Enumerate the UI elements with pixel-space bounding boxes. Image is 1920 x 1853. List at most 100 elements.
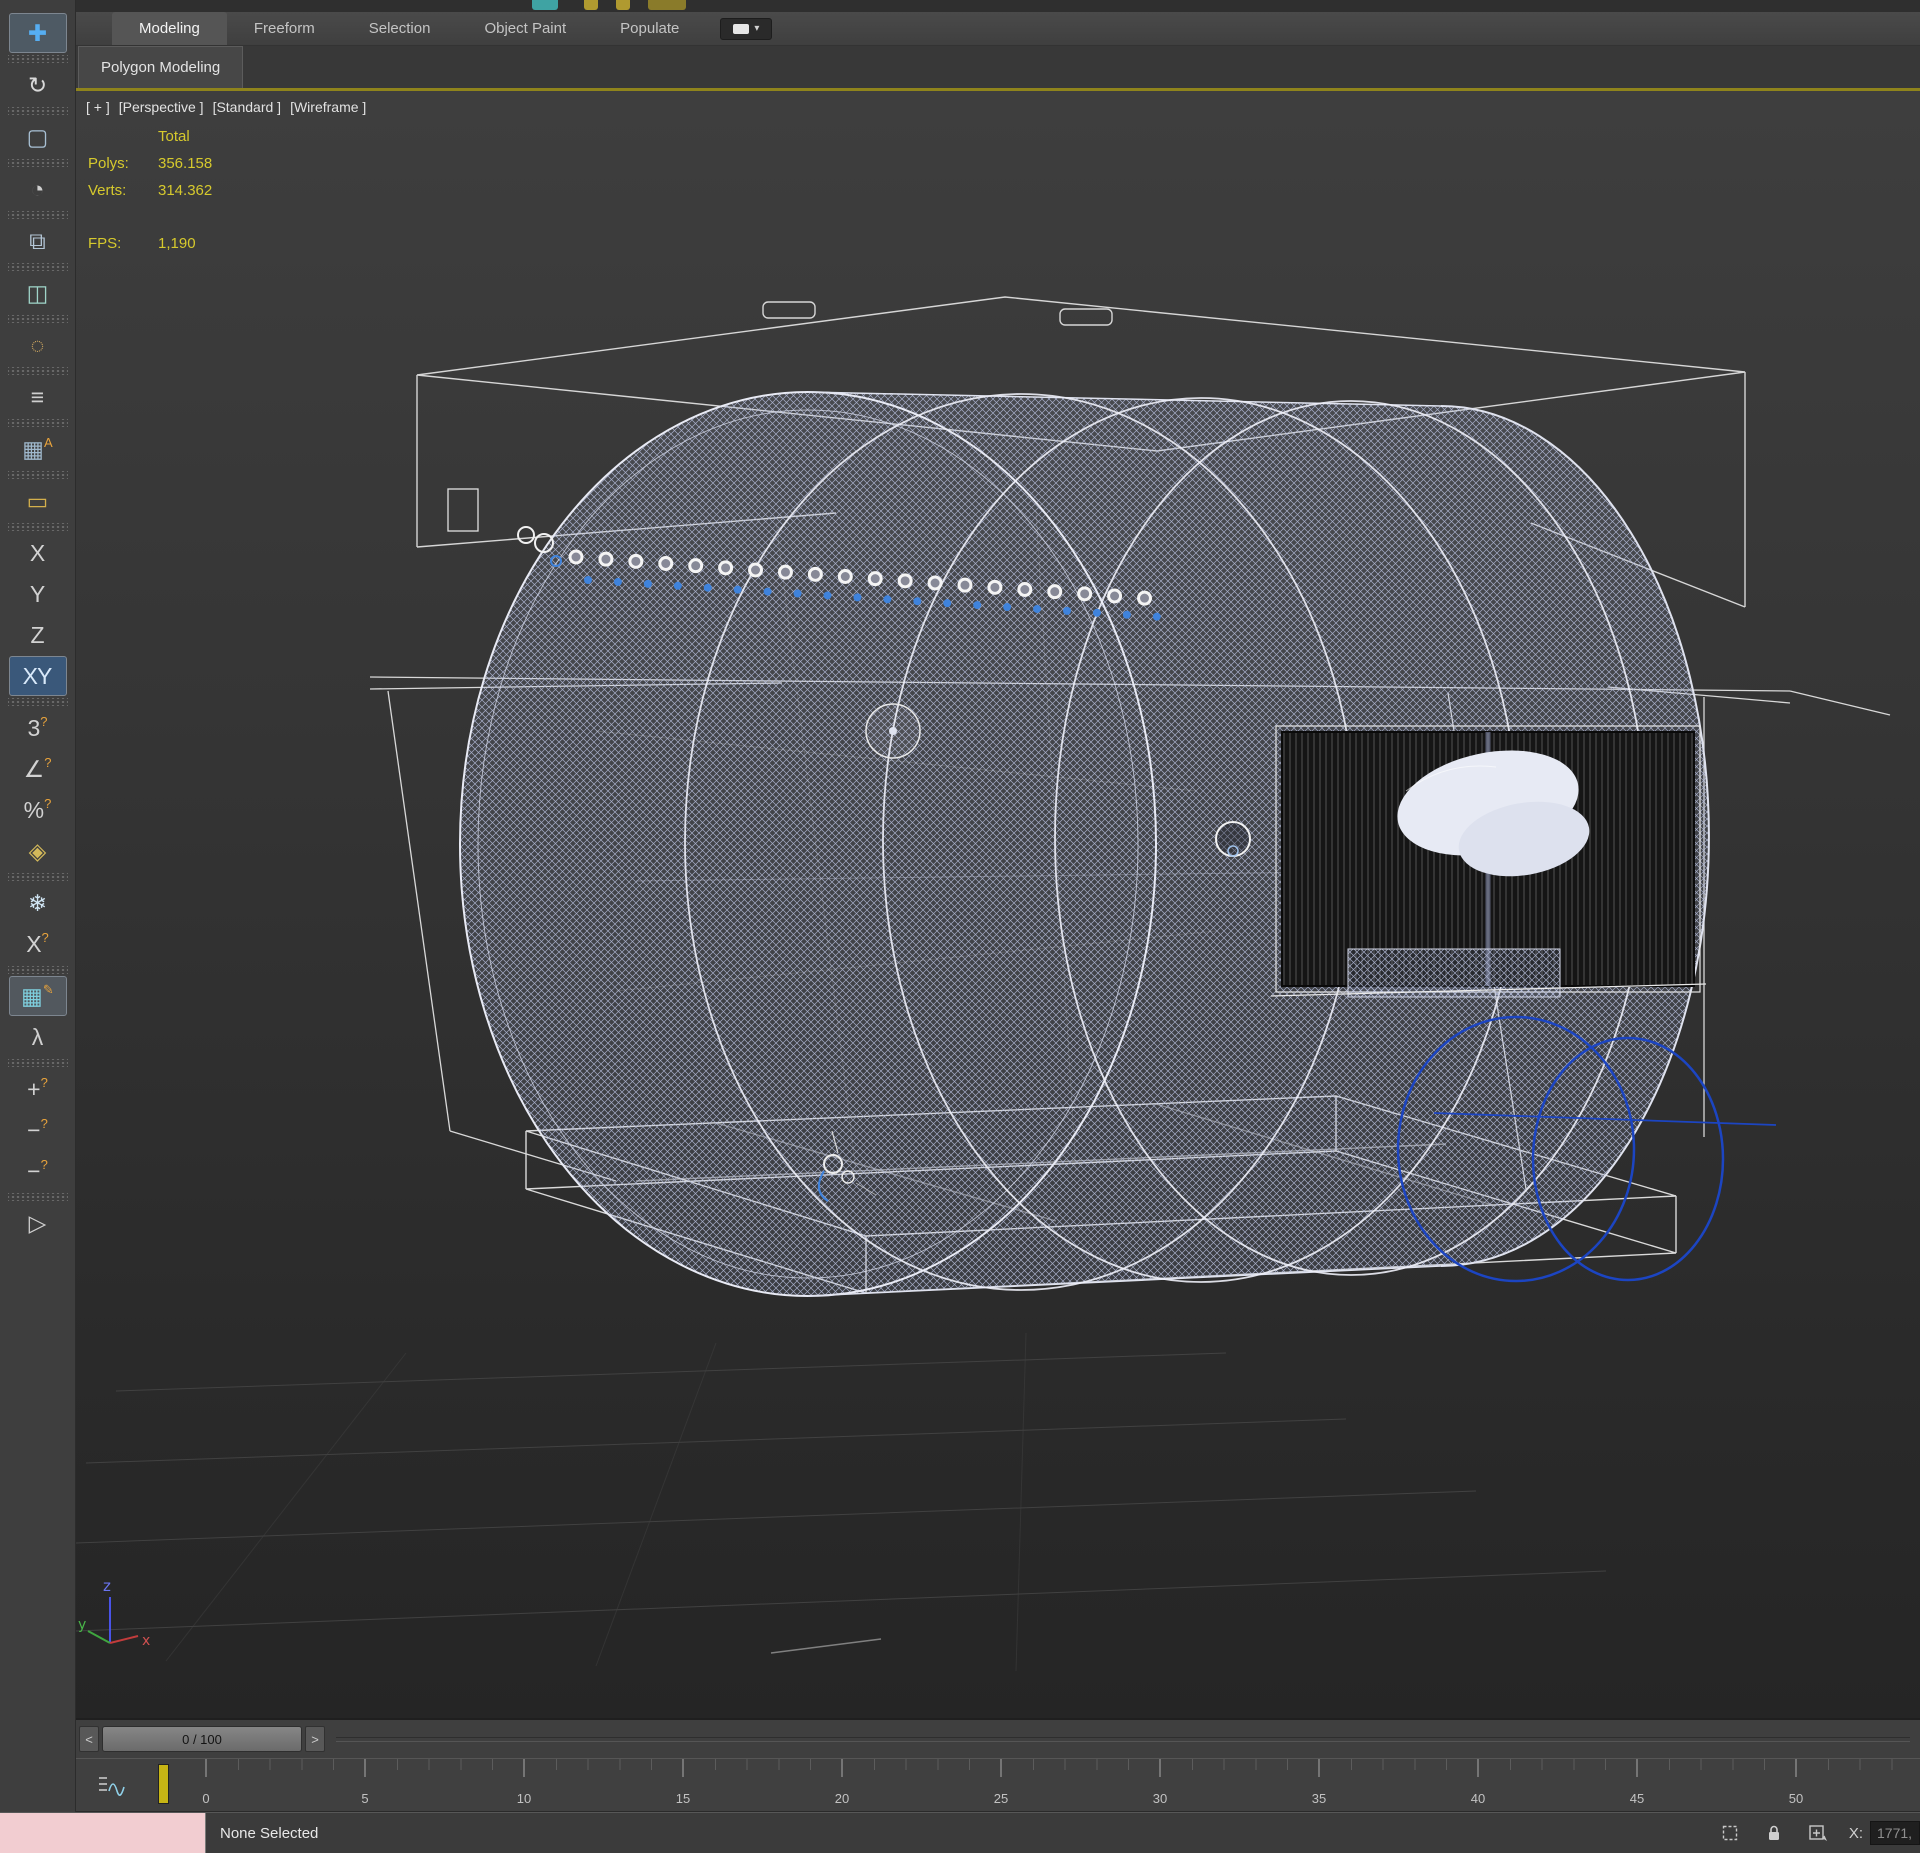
ribbon-overflow-button[interactable]: ▾ bbox=[720, 17, 773, 40]
ground-grid bbox=[76, 1332, 1607, 1672]
tool-kinematic-chain[interactable]: λ bbox=[9, 1017, 67, 1057]
trackbar-tick-label: 30 bbox=[1153, 1791, 1167, 1806]
tool-icon: % bbox=[23, 796, 44, 823]
tab-selection[interactable]: Selection bbox=[342, 12, 458, 45]
tool-x-snap[interactable]: X? bbox=[9, 924, 67, 964]
x-coordinate-label: X: bbox=[1848, 1824, 1863, 1842]
tool-button[interactable] bbox=[7, 211, 68, 219]
ribbon-tab-label: Freeform bbox=[253, 20, 315, 37]
next-frame-button[interactable]: > bbox=[305, 1726, 325, 1752]
tool-remove-point[interactable]: −? bbox=[9, 1110, 67, 1150]
tool-mirror[interactable]: ◫ bbox=[9, 273, 67, 313]
tool-numeric-snap-3[interactable]: 3? bbox=[9, 708, 67, 748]
tool-button[interactable] bbox=[7, 1059, 68, 1067]
maxscript-mini-listener[interactable] bbox=[0, 1813, 206, 1853]
tool-icon: ∠ bbox=[23, 755, 45, 782]
ribbon-tabs: Modeling Freeform Selection Object Paint bbox=[112, 12, 706, 45]
tool-clone[interactable]: ⧉ bbox=[9, 221, 67, 261]
clipped-toolbar-icon bbox=[616, 0, 630, 10]
transform-typein-icon[interactable] bbox=[1805, 1820, 1831, 1846]
trackbar-ruler[interactable]: 0 5 10 15 20 25 30 35 40 45 50 bbox=[156, 1759, 1920, 1811]
tool-angle-snap[interactable]: ∠? bbox=[9, 749, 67, 789]
tool-button[interactable] bbox=[7, 367, 68, 375]
perspective-viewport[interactable]: z y x [ + ] [Perspective ] [Standard ] [… bbox=[76, 91, 1920, 1718]
tool-swap[interactable]: ◈ bbox=[9, 831, 67, 871]
axis-x-label: x bbox=[142, 1633, 150, 1649]
time-slider-handle[interactable]: 0 / 100 bbox=[102, 1726, 302, 1752]
tool-constraint-xy[interactable]: XY bbox=[8, 656, 67, 696]
tool-button[interactable] bbox=[7, 523, 68, 531]
panel-tab-polygon-modeling[interactable]: Polygon Modeling bbox=[78, 46, 244, 88]
tool-soft-selection[interactable]: ◌ bbox=[9, 325, 67, 365]
tool-button[interactable] bbox=[7, 315, 68, 323]
viewport-menu-segment[interactable]: [Perspective ] bbox=[119, 99, 204, 115]
tool-select-arrow[interactable]: ▷ bbox=[9, 1203, 67, 1243]
tool-button[interactable] bbox=[7, 1193, 68, 1201]
tick-text: 0 bbox=[202, 1791, 210, 1806]
tool-icon: XY bbox=[22, 662, 53, 689]
mini-curve-editor-button[interactable] bbox=[76, 1759, 156, 1811]
previous-frame-button[interactable]: < bbox=[79, 1726, 99, 1752]
trackbar-tick-label: 40 bbox=[1471, 1791, 1485, 1806]
stats-fps-value: 1,190 bbox=[158, 235, 196, 252]
tool-select-and-move[interactable]: ✚ bbox=[8, 13, 67, 53]
trackbar-tick-label: 20 bbox=[835, 1791, 849, 1806]
tool-icon: ✚ bbox=[27, 19, 47, 46]
stats-total-row: Total bbox=[88, 123, 212, 150]
tool-icon: 3 bbox=[27, 714, 40, 741]
selection-lock-icon[interactable] bbox=[1761, 1820, 1787, 1846]
tool-button[interactable] bbox=[7, 55, 68, 63]
tool-button[interactable] bbox=[7, 966, 68, 974]
tool-icon: ▦ bbox=[21, 982, 43, 1009]
tool-constraint-y[interactable]: Y bbox=[9, 574, 67, 614]
tool-button[interactable] bbox=[7, 698, 68, 706]
status-bar: None Selected X: 1771, bbox=[0, 1812, 1920, 1853]
tab-freeform[interactable]: Freeform bbox=[227, 12, 342, 45]
tool-edit-pivot[interactable]: ◔ bbox=[9, 169, 67, 209]
selection-status: None Selected bbox=[220, 1824, 319, 1842]
tool-measure[interactable]: ▭ bbox=[9, 481, 67, 521]
selection-region-icon[interactable] bbox=[1717, 1820, 1743, 1846]
tool-constraint-x[interactable]: X bbox=[9, 533, 67, 573]
tool-button[interactable] bbox=[7, 159, 68, 167]
current-frame-marker[interactable] bbox=[158, 1764, 169, 1804]
x-coordinate-field[interactable]: 1771, bbox=[1870, 1821, 1920, 1845]
tool-remove-point-2[interactable]: −? bbox=[9, 1151, 67, 1191]
tool-button[interactable] bbox=[7, 419, 68, 427]
tick-text: 30 bbox=[1152, 1791, 1168, 1806]
tool-icon: ≡ bbox=[30, 383, 44, 410]
tick-text: 50 bbox=[1788, 1791, 1804, 1806]
clipped-toolbar-icon bbox=[532, 0, 558, 10]
track-bar[interactable]: 0 5 10 15 20 25 30 35 40 45 50 bbox=[76, 1758, 1920, 1812]
tool-button[interactable] bbox=[7, 873, 68, 881]
tool-button[interactable] bbox=[7, 471, 68, 479]
tool-rectangular-selection-region[interactable]: ▢ bbox=[9, 117, 67, 157]
tool-accent-icon: ? bbox=[44, 754, 52, 770]
viewport-menu-segment[interactable]: [Standard ] bbox=[213, 99, 282, 115]
tool-rotate[interactable]: ↻ bbox=[9, 65, 67, 105]
tool-grid-edit[interactable]: ▦ ✎ bbox=[8, 976, 67, 1016]
ribbon: Modeling Freeform Selection Object Paint bbox=[76, 12, 1920, 46]
tool-constraint-z[interactable]: Z bbox=[9, 615, 67, 655]
stats-fps-label: FPS: bbox=[88, 235, 122, 252]
tool-percent-snap[interactable]: %? bbox=[9, 790, 67, 830]
tab-populate[interactable]: Populate bbox=[593, 12, 706, 45]
tool-button[interactable] bbox=[7, 263, 68, 271]
clipped-main-toolbar bbox=[76, 0, 1920, 12]
tool-button[interactable] bbox=[7, 107, 68, 115]
ribbon-tab-label: Selection bbox=[368, 20, 431, 37]
scene-3d-model[interactable]: z y x bbox=[76, 91, 1919, 1718]
ribbon-tab-label: Modeling bbox=[139, 20, 200, 37]
stats-verts-value: 314.362 bbox=[158, 182, 213, 199]
trackbar-tick-label: 5 bbox=[361, 1791, 368, 1806]
tool-freeze[interactable]: ❄ bbox=[9, 883, 67, 923]
tab-object-paint[interactable]: Object Paint bbox=[457, 12, 593, 45]
tool-add-point[interactable]: +? bbox=[9, 1069, 67, 1109]
tab-modeling[interactable]: Modeling bbox=[112, 12, 227, 45]
viewport-menu-segment[interactable]: [Wireframe ] bbox=[290, 99, 366, 115]
tool-autogrid[interactable]: ▦ A bbox=[9, 429, 67, 469]
tool-align[interactable]: ≡ bbox=[9, 377, 67, 417]
trackbar-tick-label: 45 bbox=[1630, 1791, 1644, 1806]
viewport-menu-segment[interactable]: [ + ] bbox=[86, 99, 110, 115]
time-slider-track[interactable] bbox=[336, 1736, 1910, 1742]
